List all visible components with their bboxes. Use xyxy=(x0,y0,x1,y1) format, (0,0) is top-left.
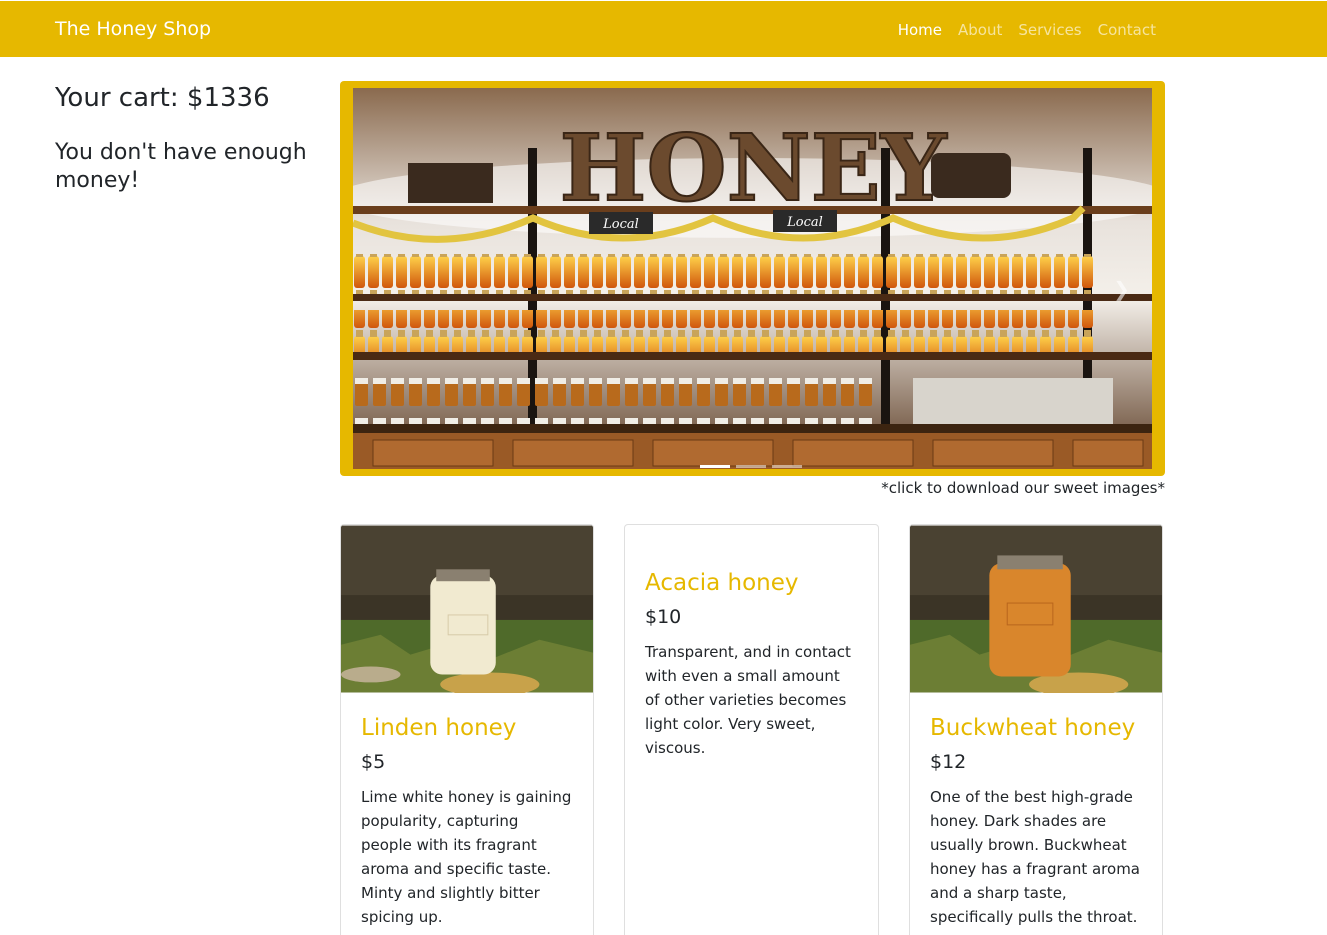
carousel-indicator-2[interactable] xyxy=(736,465,766,468)
product-price: $10 xyxy=(645,606,682,628)
product-description: One of the best high-grade honey. Dark s… xyxy=(930,788,1140,926)
carousel-caption[interactable]: *click to download our sweet images* xyxy=(340,479,1165,497)
carousel-indicator-3[interactable] xyxy=(772,465,802,468)
cart-message: You don't have enough money! xyxy=(55,140,307,193)
nav-link-services[interactable]: Services xyxy=(1018,21,1081,39)
product-price: $12 xyxy=(930,751,967,773)
product-card-linden[interactable]: Linden honey $5 Lime white honey is gain… xyxy=(340,524,594,935)
shelf-sign-local-1: Local xyxy=(602,217,639,232)
product-price: $5 xyxy=(361,751,386,773)
carousel-indicator-1[interactable] xyxy=(700,465,730,468)
image-carousel[interactable]: HONEY Local Local ❯ xyxy=(340,81,1165,476)
nav-link-contact[interactable]: Contact xyxy=(1098,21,1156,39)
linden-honey-image xyxy=(341,525,593,693)
carousel-indicators xyxy=(700,465,802,468)
product-description: Transparent, and in contact with even a … xyxy=(645,643,851,757)
product-title[interactable]: Linden honey xyxy=(361,715,573,741)
product-card-acacia[interactable]: Acacia honey $10 Transparent, and in con… xyxy=(624,524,879,935)
carousel-next-icon[interactable]: ❯ xyxy=(1113,277,1130,301)
cart-total: Your cart: $1336 xyxy=(55,83,270,113)
nav-link-home[interactable]: Home xyxy=(898,21,942,39)
nav-link-about[interactable]: About xyxy=(958,21,1002,39)
shelf-sign-local-2: Local xyxy=(786,215,823,230)
nav-links: Home About Services Contact xyxy=(898,21,1156,39)
product-description: Lime white honey is gaining popularity, … xyxy=(361,788,572,926)
navbar-brand[interactable]: The Honey Shop xyxy=(55,18,211,40)
buckwheat-honey-image xyxy=(910,525,1162,693)
product-title[interactable]: Buckwheat honey xyxy=(930,715,1142,741)
navbar: The Honey Shop Home About Services Conta… xyxy=(0,1,1327,57)
product-title[interactable]: Acacia honey xyxy=(645,570,858,596)
product-card-buckwheat[interactable]: Buckwheat honey $12 One of the best high… xyxy=(909,524,1163,935)
honey-shop-photo[interactable]: HONEY Local Local xyxy=(353,88,1152,469)
